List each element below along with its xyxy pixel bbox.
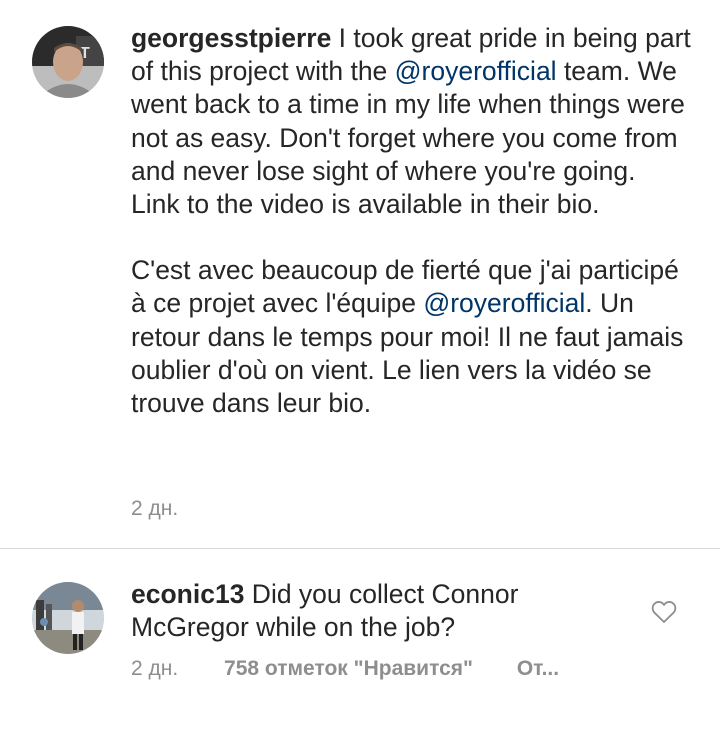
reply-button[interactable]: От... — [517, 657, 559, 681]
caption-french: C'est avec beaucoup de fierté que j'ai p… — [131, 254, 691, 420]
divider — [0, 548, 720, 549]
comment-timestamp: 2 дн. — [131, 657, 179, 680]
post-author-avatar[interactable]: T — [32, 26, 104, 98]
comments-page: T georgesstpierre I took great pride in … — [0, 0, 720, 730]
post-caption: georgesstpierre I took great pride in be… — [131, 22, 691, 420]
comment-body: econic13 Did you collect Connor McGregor… — [131, 578, 621, 644]
mention-link-1[interactable]: @royerofficial — [395, 56, 557, 86]
post-timestamp: 2 дн. — [131, 497, 179, 520]
comment-meta-row: 2 дн. 758 отметок "Нравится" От... — [131, 657, 559, 681]
heart-outline-icon[interactable] — [651, 600, 677, 624]
commenter-username[interactable]: econic13 — [131, 579, 244, 609]
commenter-avatar[interactable] — [32, 582, 104, 654]
mention-link-2[interactable]: @royerofficial — [423, 288, 585, 318]
caption-english: georgesstpierre I took great pride in be… — [131, 22, 691, 221]
post-author-username[interactable]: georgesstpierre — [131, 23, 331, 53]
comment-likes-count[interactable]: 758 отметок "Нравится" — [224, 657, 473, 681]
